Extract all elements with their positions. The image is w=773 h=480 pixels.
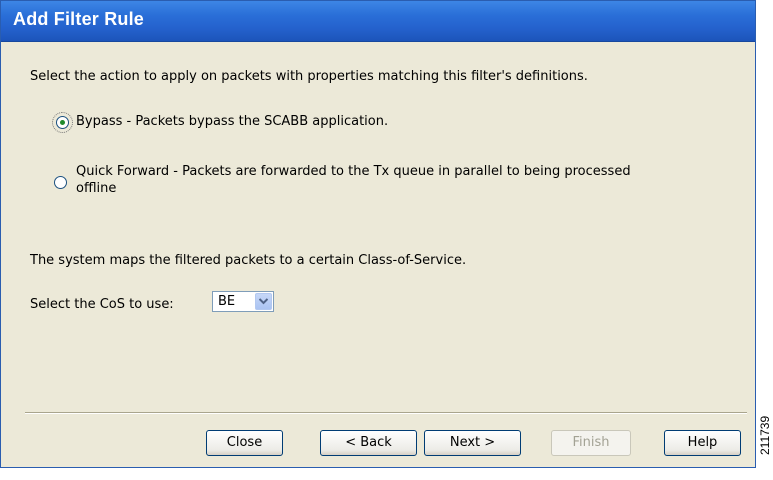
add-filter-rule-dialog: Add Filter Rule Select the action to app… — [0, 0, 756, 468]
title-bar: Add Filter Rule — [1, 1, 755, 42]
cos-info-text: The system maps the filtered packets to … — [30, 253, 467, 268]
cos-selected-value: BE — [218, 294, 236, 309]
quick-forward-radio[interactable] — [54, 176, 67, 189]
finish-button[interactable]: Finish — [551, 430, 631, 456]
dialog-content: Select the action to apply on packets wi… — [1, 42, 755, 467]
next-button[interactable]: Next > — [424, 430, 521, 456]
cos-select[interactable]: BE — [212, 291, 274, 312]
back-button[interactable]: < Back — [320, 430, 417, 456]
chevron-down-icon[interactable] — [255, 293, 272, 310]
help-button[interactable]: Help — [664, 430, 741, 456]
cos-label: Select the CoS to use: — [30, 297, 174, 312]
dialog-title: Add Filter Rule — [13, 9, 145, 29]
close-button[interactable]: Close — [206, 430, 283, 456]
quick-forward-label-line2[interactable]: offline — [76, 181, 116, 196]
instruction-text: Select the action to apply on packets wi… — [30, 69, 588, 84]
button-separator — [25, 412, 747, 414]
quick-forward-label-line1[interactable]: Quick Forward - Packets are forwarded to… — [76, 164, 631, 179]
bypass-radio[interactable] — [52, 112, 73, 133]
figure-id: 211739 — [758, 415, 772, 455]
bypass-label[interactable]: Bypass - Packets bypass the SCABB applic… — [76, 114, 388, 129]
